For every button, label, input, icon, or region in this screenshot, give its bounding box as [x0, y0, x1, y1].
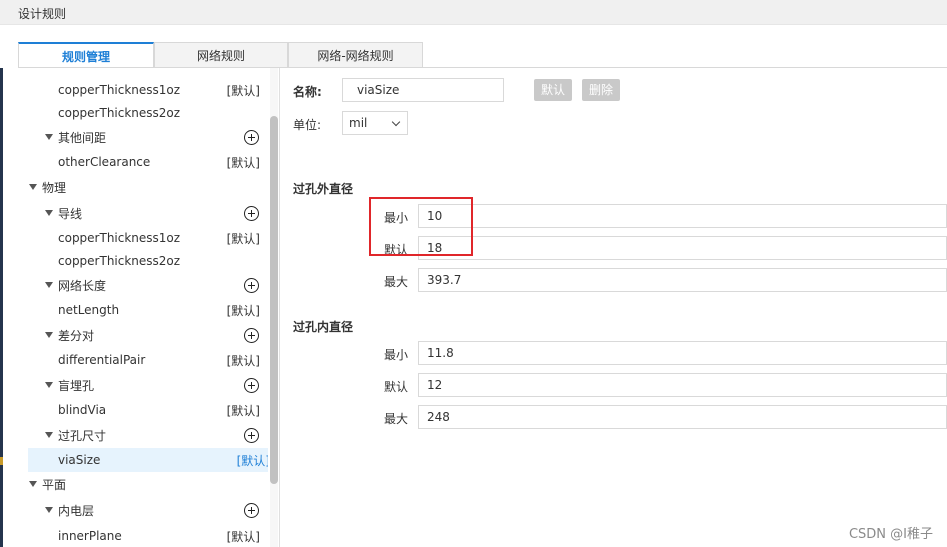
tree-group-via-size[interactable]: 过孔尺寸 [18, 423, 268, 447]
tree-group-physical[interactable]: 物理 [18, 175, 268, 199]
tree-item-netlength[interactable]: netLength [默认] [18, 298, 268, 322]
tree-group-plane[interactable]: 平面 [18, 472, 268, 496]
tree-group-inner-plane[interactable]: 内电层 [18, 498, 268, 522]
tree-item-label: otherClearance [58, 155, 151, 169]
tree-item-label: copperThickness2oz [58, 106, 181, 120]
inner-min-label: 最小 [384, 348, 409, 362]
add-circle-icon[interactable] [244, 377, 259, 393]
name-label: 名称: [293, 85, 322, 99]
tree-item-label: differentialPair [58, 353, 146, 367]
tree-group-differential-pair[interactable]: 差分对 [18, 323, 268, 347]
tab-rule-management[interactable]: 规则管理 [18, 42, 154, 68]
tab-bar: 规则管理 网络规则 网络-网络规则 [18, 42, 423, 68]
inner-default-input[interactable]: 12 [418, 373, 947, 397]
window-title: 设计规则 [18, 7, 67, 21]
default-button[interactable]: 默认 [534, 79, 573, 101]
tree-group-label: 过孔尺寸 [58, 428, 107, 443]
tree-item-label: innerPlane [58, 529, 122, 543]
outer-default-input[interactable]: 18 [418, 236, 947, 260]
inner-max-input[interactable]: 248 [418, 405, 947, 429]
tree-scrollbar-thumb[interactable] [270, 116, 278, 484]
add-circle-icon[interactable] [244, 277, 259, 293]
tree-item-copperthickness2oz[interactable]: copperThickness2oz [18, 101, 268, 125]
default-badge: [默认] [226, 529, 260, 544]
default-badge: [默认] [226, 403, 260, 418]
chevron-down-icon [391, 117, 401, 127]
tree-item-differentialpair[interactable]: differentialPair [默认] [18, 348, 268, 372]
tree-item-otherclearance[interactable]: otherClearance [默认] [18, 150, 268, 174]
outer-diameter-title: 过孔外直径 [293, 182, 354, 196]
tree-group-other-clearance[interactable]: 其他间距 [18, 125, 268, 149]
tree-item-label: copperThickness2oz [58, 254, 181, 268]
tree-group-label: 物理 [42, 180, 67, 195]
caret-down-icon[interactable] [29, 481, 37, 487]
outer-max-input[interactable]: 393.7 [418, 268, 947, 292]
panel-divider [279, 68, 280, 547]
window-titlebar: 设计规则 [0, 0, 947, 25]
tree-group-wire[interactable]: 导线 [18, 201, 268, 225]
inner-min-input[interactable]: 11.8 [418, 341, 947, 365]
tree-group-net-length[interactable]: 网络长度 [18, 273, 268, 297]
unit-label: 单位: [293, 118, 322, 132]
caret-down-icon[interactable] [29, 184, 37, 190]
tree-group-label: 导线 [58, 206, 83, 221]
tree-item-copperthickness1oz[interactable]: copperThickness1oz [默认] [18, 226, 268, 250]
inner-default-label: 默认 [384, 380, 409, 394]
tree-group-label: 网络长度 [58, 278, 107, 293]
add-circle-icon[interactable] [244, 205, 259, 221]
tree-item-label: copperThickness1oz [58, 231, 181, 245]
caret-down-icon[interactable] [45, 210, 53, 216]
add-circle-icon[interactable] [244, 327, 259, 343]
tree-group-label: 差分对 [58, 328, 95, 343]
tree-item-label: viaSize [58, 453, 101, 467]
caret-down-icon[interactable] [45, 382, 53, 388]
tree-group-label: 盲埋孔 [58, 378, 95, 393]
rule-tree: copperThickness1oz [默认] copperThickness2… [18, 68, 268, 547]
tree-item-label: blindVia [58, 403, 107, 417]
tree-item-label: netLength [58, 303, 120, 317]
tree-item-copperthickness1oz[interactable]: copperThickness1oz [默认] [18, 78, 268, 102]
caret-down-icon[interactable] [45, 332, 53, 338]
left-window-edge [0, 68, 3, 547]
add-circle-icon[interactable] [244, 129, 259, 145]
caret-down-icon[interactable] [45, 134, 53, 140]
inner-diameter-title: 过孔内直径 [293, 320, 354, 334]
tree-group-blind-via[interactable]: 盲埋孔 [18, 373, 268, 397]
left-window-edge-accent [0, 457, 3, 465]
tree-item-label: copperThickness1oz [58, 83, 181, 97]
caret-down-icon[interactable] [45, 432, 53, 438]
default-badge: [默认] [236, 453, 268, 468]
default-badge: [默认] [226, 303, 260, 318]
outer-min-input[interactable]: 10 [418, 204, 947, 228]
default-badge: [默认] [226, 83, 260, 98]
default-badge: [默认] [226, 231, 260, 246]
tab-net-to-net-rules[interactable]: 网络-网络规则 [288, 42, 423, 68]
tab-net-rules[interactable]: 网络规则 [154, 42, 288, 68]
name-input[interactable]: viaSize [342, 78, 504, 102]
highlight-annotation-box [369, 197, 473, 256]
outer-max-label: 最大 [384, 275, 409, 289]
inner-max-label: 最大 [384, 412, 409, 426]
default-badge: [默认] [226, 155, 260, 170]
tree-item-copperthickness2oz[interactable]: copperThickness2oz [18, 249, 268, 273]
tree-item-viasize[interactable]: viaSize [默认] [28, 448, 268, 472]
delete-button[interactable]: 删除 [582, 79, 621, 101]
add-circle-icon[interactable] [244, 502, 259, 518]
unit-select[interactable]: mil [342, 111, 408, 135]
tree-item-innerplane[interactable]: innerPlane [默认] [18, 524, 268, 547]
add-circle-icon[interactable] [244, 427, 259, 443]
tree-group-label: 其他间距 [58, 130, 107, 145]
default-badge: [默认] [226, 353, 260, 368]
tree-item-blindvia[interactable]: blindVia [默认] [18, 398, 268, 422]
csdn-watermark: CSDN @I稚子 [848, 527, 933, 542]
caret-down-icon[interactable] [45, 507, 53, 513]
tree-group-label: 内电层 [58, 503, 95, 518]
caret-down-icon[interactable] [45, 282, 53, 288]
tree-group-label: 平面 [42, 477, 67, 492]
unit-select-value: mil [349, 116, 368, 130]
